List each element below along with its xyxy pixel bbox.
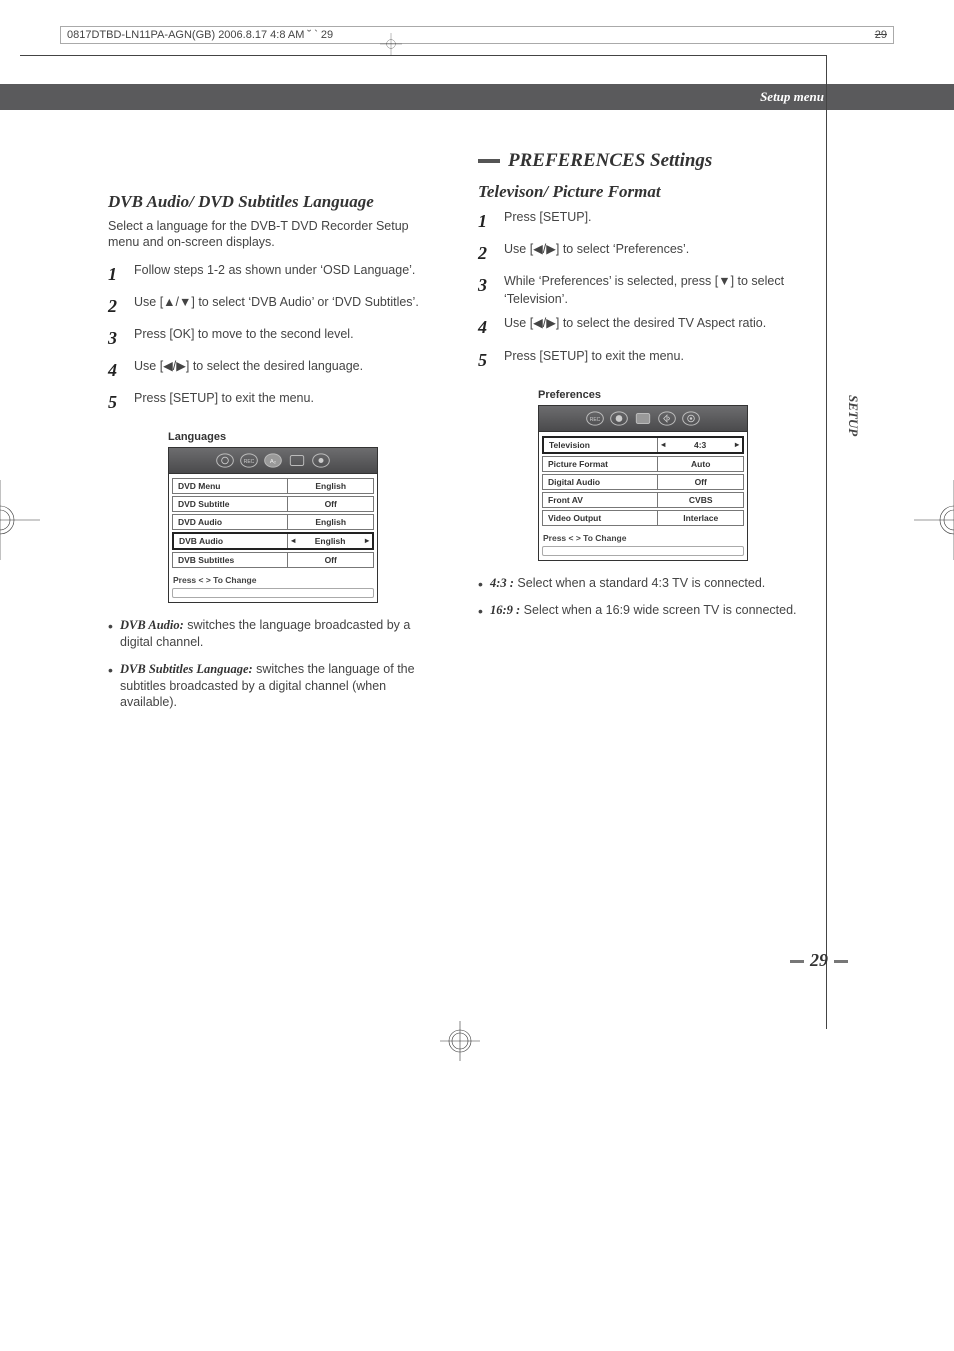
bullet-text: Select when a 16:9 wide screen TV is con… [520, 603, 796, 617]
osd-row-label: DVB Audio [174, 534, 288, 548]
osd-row-value: CVBS [658, 493, 743, 507]
svg-text:A₂: A₂ [270, 459, 276, 465]
left-bullets: DVB Audio: switches the language broadca… [108, 617, 438, 711]
bullet-text: Select when a standard 4:3 TV is connect… [514, 576, 765, 590]
osd-row-label: DVD Subtitle [173, 497, 288, 511]
osd-preferences: Preferences REC Television4:3Picture For… [538, 389, 748, 561]
bullet-term: DVB Audio: [120, 618, 184, 632]
right-heading: Televison/ Picture Format [478, 182, 808, 202]
osd-row-value: 4:3 [658, 438, 742, 452]
left-heading: DVB Audio/ DVD Subtitles Language [108, 192, 438, 212]
osd-title: Preferences [538, 389, 748, 401]
bullet-term: DVB Subtitles Language: [120, 662, 253, 676]
osd-row-value: English [288, 534, 372, 548]
right-main-heading: PREFERENCES Settings [478, 150, 808, 172]
step-text: Follow steps 1-2 as shown under ‘OSD Lan… [134, 261, 415, 279]
osd-row-label: Front AV [543, 493, 658, 507]
osd-row-value: Off [288, 497, 373, 511]
step-text: Press [SETUP] to exit the menu. [504, 347, 684, 365]
osd-row-label: Television [544, 438, 658, 452]
osd-row: Picture FormatAuto [542, 456, 744, 472]
left-column: DVB Audio/ DVD Subtitles Language Select… [108, 150, 438, 721]
side-tab-setup: SETUP [845, 395, 861, 436]
step-text: Use [◀/▶] to select ‘Preferences’. [504, 240, 689, 258]
svg-text:REC: REC [590, 417, 601, 423]
left-steps: 1Follow steps 1-2 as shown under ‘OSD La… [108, 261, 438, 415]
step-text: Press [SETUP]. [504, 208, 592, 226]
osd-row-label: DVD Menu [173, 479, 288, 493]
osd-title: Languages [168, 431, 378, 443]
register-mark-top [380, 33, 402, 55]
osd-row-label: Video Output [543, 511, 658, 525]
header-page-strike: 29 [875, 29, 887, 41]
osd-row: Television4:3 [542, 436, 744, 454]
osd-row: DVB AudioEnglish [172, 532, 374, 550]
osd-blank-row [172, 588, 374, 598]
osd-row-value: Interlace [658, 511, 743, 525]
osd-row-value: English [288, 479, 373, 493]
osd-hint: Press < > To Change [539, 531, 747, 544]
right-column: PREFERENCES Settings Televison/ Picture … [478, 150, 808, 721]
osd-hint: Press < > To Change [169, 573, 377, 586]
osd-blank-row [542, 546, 744, 556]
osd-row: Video OutputInterlace [542, 510, 744, 526]
step-text: Use [◀/▶] to select the desired TV Aspec… [504, 314, 766, 332]
page-number: 29 [784, 950, 854, 971]
step-text: Press [OK] to move to the second level. [134, 325, 354, 343]
osd-row-label: DVB Subtitles [173, 553, 288, 567]
right-steps: 1Press [SETUP]. 2Use [◀/▶] to select ‘Pr… [478, 208, 808, 373]
step-text: Use [◀/▶] to select the desired language… [134, 357, 363, 375]
osd-row-value: Off [658, 475, 743, 489]
osd-row-value: Off [288, 553, 373, 567]
osd-languages: Languages REC A₂ DVD MenuEnglishDVD Subt… [168, 431, 378, 603]
osd-tab-icons: REC [539, 406, 747, 432]
bullet-term: 4:3 : [490, 576, 514, 590]
osd-row-value: Auto [658, 457, 743, 471]
osd-row: Digital AudioOff [542, 474, 744, 490]
bullet-term: 16:9 : [490, 603, 520, 617]
osd-row-label: DVD Audio [173, 515, 288, 529]
right-bullets: 4:3 : Select when a standard 4:3 TV is c… [478, 575, 808, 619]
content-area: DVB Audio/ DVD Subtitles Language Select… [108, 150, 808, 721]
register-mark-right [914, 480, 954, 560]
osd-row: Front AVCVBS [542, 492, 744, 508]
osd-row-label: Digital Audio [543, 475, 658, 489]
osd-row: DVD MenuEnglish [172, 478, 374, 494]
step-text: Use [▲/▼] to select ‘DVB Audio’ or ‘DVD … [134, 293, 419, 311]
osd-row: DVB SubtitlesOff [172, 552, 374, 568]
step-text: Press [SETUP] to exit the menu. [134, 389, 314, 407]
osd-row-label: Picture Format [543, 457, 658, 471]
osd-row-value: English [288, 515, 373, 529]
step-text: While ‘Preferences’ is selected, press [… [504, 272, 808, 308]
left-intro: Select a language for the DVB-T DVD Reco… [108, 218, 438, 251]
svg-text:REC: REC [244, 459, 255, 465]
header-file: 0817DTBD-LN11PA-AGN(GB) 2006.8.17 4:8 AM… [67, 29, 333, 41]
doc-header: 0817DTBD-LN11PA-AGN(GB) 2006.8.17 4:8 AM… [60, 26, 894, 44]
osd-tab-icons: REC A₂ [169, 448, 377, 474]
osd-row: DVD SubtitleOff [172, 496, 374, 512]
osd-row: DVD AudioEnglish [172, 514, 374, 530]
